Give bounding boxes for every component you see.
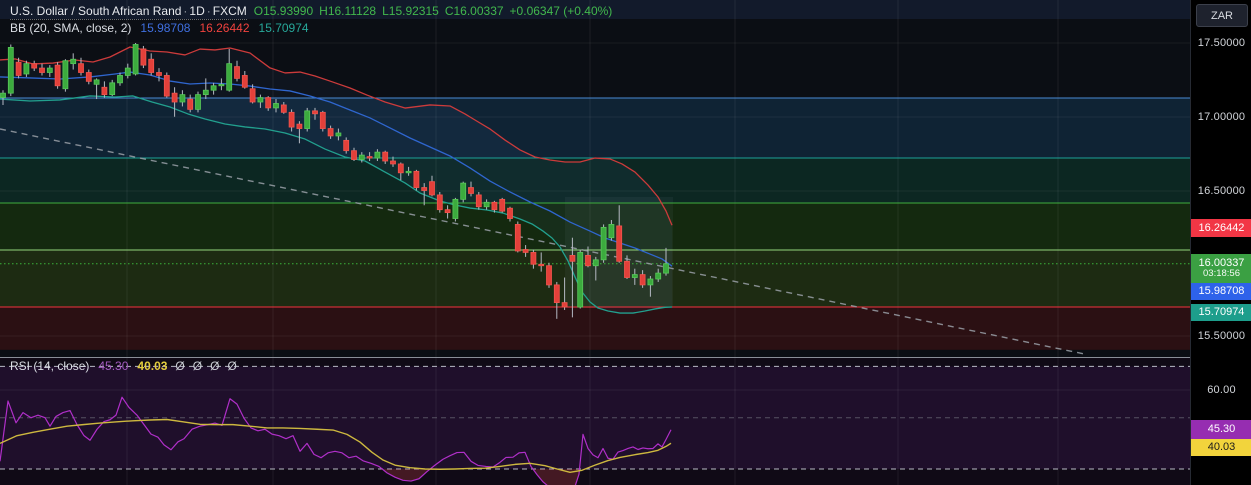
axis-tick: 16.50000: [1197, 185, 1246, 197]
rsi-indicator-label[interactable]: RSI (14, close): [10, 359, 89, 373]
ohlc-close: C16.00337: [444, 4, 504, 18]
trading-chart-window: { "header": { "title": "U.S. Dollar / So…: [0, 0, 1251, 485]
pane-separator[interactable]: [0, 357, 1251, 358]
bb-basis-value: 15.98708: [140, 21, 191, 35]
exchange-label[interactable]: FXCM: [213, 4, 247, 18]
axis-badge-bb-upper-price: 16.26442: [1191, 219, 1251, 237]
change-value: +0.06347 (+0.40%): [509, 4, 613, 18]
axis-tick: 17.50000: [1197, 37, 1246, 49]
axis-badge-rsi-value: 45.30: [1191, 420, 1251, 439]
interval-button[interactable]: 1D: [189, 4, 204, 18]
ohlc-open: O15.93990: [253, 4, 314, 18]
rsi-indicator-legend[interactable]: RSI (14, close) 45.30 40.03 Ø Ø Ø Ø: [10, 359, 237, 373]
rsi-empty-value: Ø: [175, 359, 185, 373]
bb-indicator-legend[interactable]: BB (20, SMA, close, 2) 15.98708 16.26442 15…: [10, 21, 309, 35]
axis-tick: 60.00: [1207, 384, 1236, 396]
axis-tick: 17.00000: [1197, 111, 1246, 123]
symbol-title[interactable]: U.S. Dollar / South African Rand: [10, 4, 181, 18]
currency-badge[interactable]: ZAR: [1196, 4, 1248, 27]
axis-badge-bb-basis-price: 15.98708: [1191, 283, 1251, 300]
ohlc-low: L15.92315: [382, 4, 439, 18]
rsi-empty-value: Ø: [227, 359, 237, 373]
price-axis[interactable]: 17.50000 17.00000 16.50000 15.50000 60.00 16.…: [1190, 0, 1251, 485]
rsi-ma-value: 40.03: [137, 359, 168, 373]
rsi-empty-value: Ø: [210, 359, 220, 373]
axis-badge-bb-lower-price: 15.70974: [1191, 304, 1251, 321]
ohlc-high: H16.11128: [319, 4, 377, 18]
axis-badge-rsi-ma-value: 40.03: [1191, 439, 1251, 456]
axis-badge-last-price: 16.00337 03:18:56: [1191, 254, 1251, 283]
rsi-value: 45.30: [98, 359, 129, 373]
symbol-legend[interactable]: U.S. Dollar / South African Rand · 1D · FXCM…: [10, 4, 618, 20]
axis-tick: 15.50000: [1197, 330, 1246, 342]
bb-indicator-label[interactable]: BB (20, SMA, close, 2): [10, 21, 131, 35]
bb-upper-value: 16.26442: [199, 21, 250, 35]
chart-canvas[interactable]: [0, 0, 1190, 485]
separator: ·: [206, 4, 211, 18]
bb-lower-value: 15.70974: [258, 21, 309, 35]
rsi-empty-value: Ø: [192, 359, 203, 373]
